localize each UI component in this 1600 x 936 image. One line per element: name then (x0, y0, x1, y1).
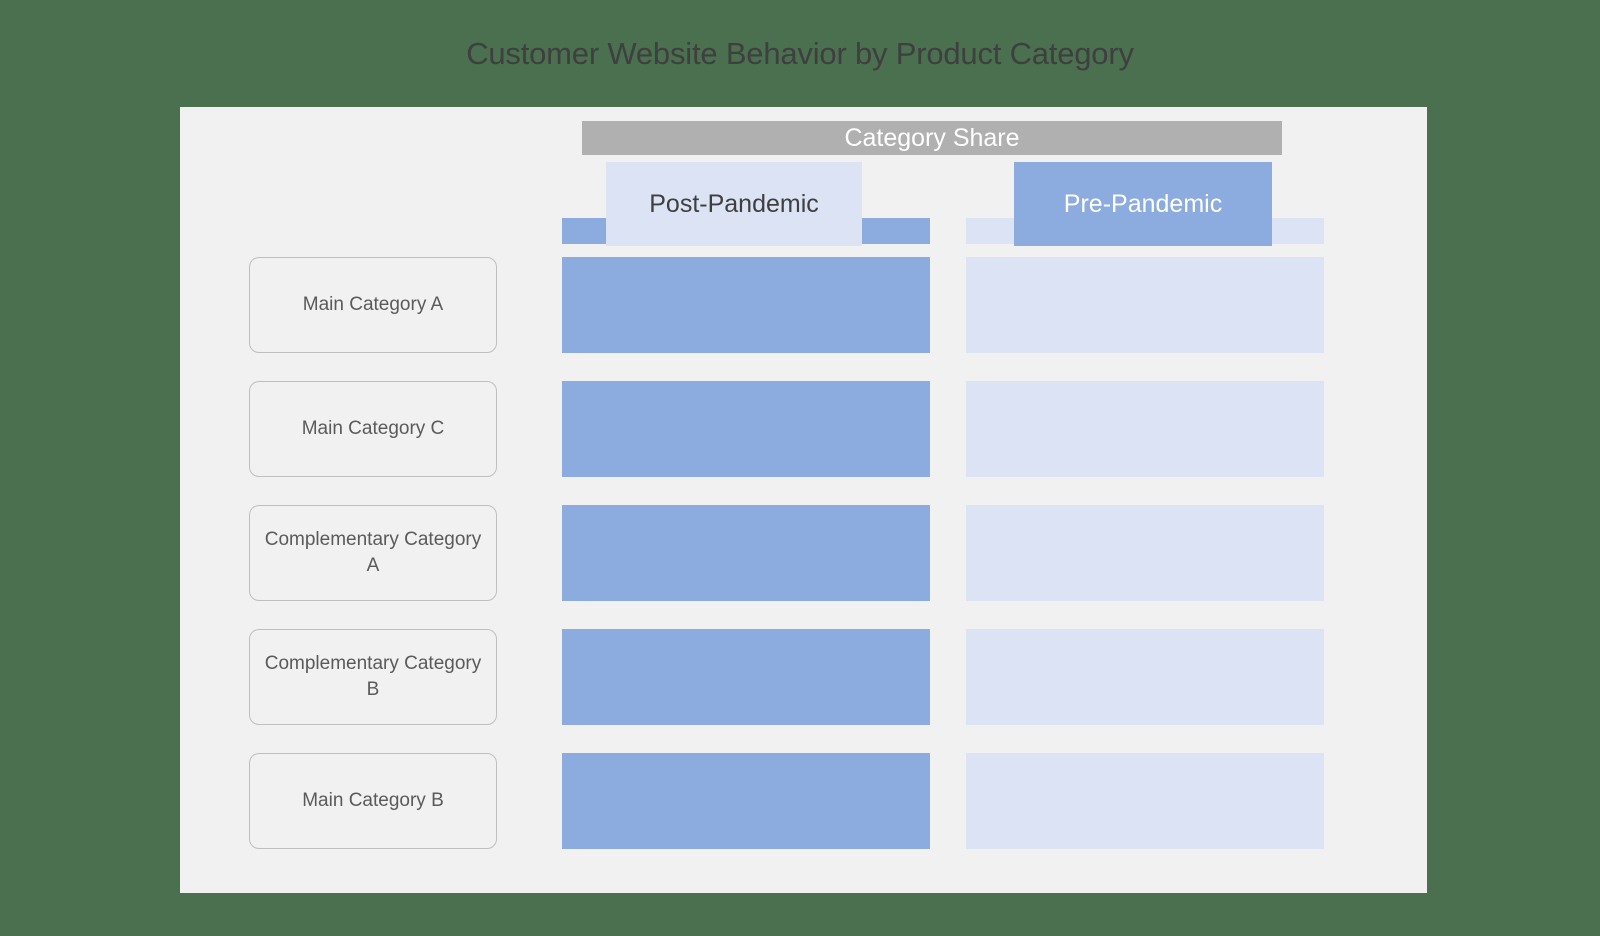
row-label-text: Main Category C (301, 418, 445, 440)
table-row: Main Category A 56% 51% (180, 257, 1427, 353)
bar-post-pandemic: 21% (562, 381, 1182, 477)
table-row: Main Category C 21% 14% (180, 381, 1427, 477)
bar-pre-pandemic: 7% (966, 753, 1324, 849)
bar-pre-pandemic: 25% (966, 505, 1324, 601)
column-header-pre-pandemic[interactable]: Pre-Pandemic (1014, 162, 1272, 246)
row-label-text: Complementary Category A (264, 529, 482, 576)
table-row: Complementary Category B 3% 3% (180, 629, 1427, 725)
bar-post-pandemic: 2% (562, 753, 1182, 849)
bar-pre-pandemic: 14% (966, 381, 1324, 477)
row-label[interactable]: Complementary Category A (249, 505, 497, 601)
bar-pre-pandemic: 51% (966, 257, 1324, 353)
bar-post-pandemic: 18% (562, 505, 1182, 601)
column-header-pre-pandemic-label: Pre-Pandemic (1063, 189, 1223, 218)
category-share-banner: Category Share (582, 121, 1282, 155)
column-header-post-pandemic[interactable]: Post-Pandemic (606, 162, 862, 246)
row-label[interactable]: Main Category A (249, 257, 497, 353)
row-label[interactable]: Complementary Category B (249, 629, 497, 725)
table-row: Main Category B 2% 7% (180, 753, 1427, 849)
column-header-post-pandemic-label: Post-Pandemic (649, 189, 819, 218)
category-share-label: Category Share (844, 123, 1020, 152)
page-title: Customer Website Behavior by Product Cat… (466, 36, 1134, 71)
bar-post-pandemic: 56% (562, 257, 1182, 353)
chart-panel: Category Share Post-Pandemic Pre-Pandemi… (180, 107, 1427, 893)
row-label-text: Main Category B (302, 790, 444, 812)
table-row: Complementary Category A 18% 25% (180, 505, 1427, 601)
row-label-text: Main Category A (302, 294, 444, 316)
row-label[interactable]: Main Category C (249, 381, 497, 477)
bar-post-pandemic: 3% (562, 629, 1182, 725)
bar-pre-pandemic: 3% (966, 629, 1324, 725)
row-label-text: Complementary Category B (264, 653, 482, 700)
row-label[interactable]: Main Category B (249, 753, 497, 849)
